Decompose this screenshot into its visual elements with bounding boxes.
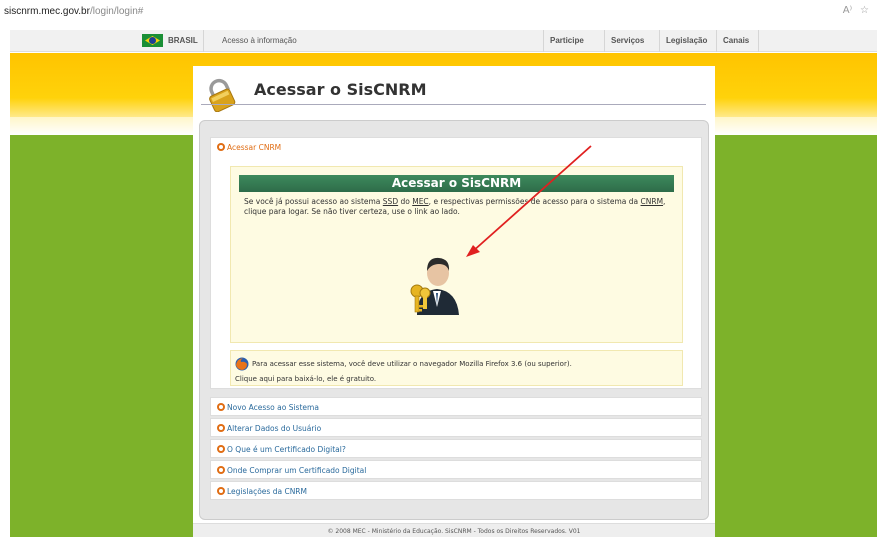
divider [604,30,605,52]
url-host: siscnrm.mec.gov.br [4,6,90,17]
title-divider [201,104,706,105]
divider [543,30,544,52]
login-instructions: Se você já possui acesso ao sistema SSD … [244,197,669,217]
accordion-label: Acessar CNRM [227,143,282,152]
title-area: Acessar o SisCNRM [193,66,715,120]
accordion-item-label: Alterar Dados do Usuário [227,424,322,433]
orange-bullet-icon [217,424,225,432]
firefox-requirement-text: Para acessar esse sistema, você deve uti… [252,360,572,368]
accordion-onde-comprar[interactable]: Onde Comprar um Certificado Digital [210,460,702,479]
gov-nav-legislacao[interactable]: Legislação [666,36,707,45]
mec-abbr: MEC [412,197,429,206]
footer: © 2008 MEC - Ministério da Educação. Sis… [193,523,715,537]
accordion-item-label: O Que é um Certificado Digital? [227,445,346,454]
gov-nav-participe[interactable]: Participe [550,36,584,45]
gov-bar: BRASIL Acesso à informação Participe Ser… [10,30,877,52]
main-panel: Acessar o SisCNRM Acessar CNRM Acessar o… [193,66,715,537]
divider [758,30,759,52]
accordion-item-label: Onde Comprar um Certificado Digital [227,466,367,475]
gov-access-info-link[interactable]: Acesso à informação [222,36,297,45]
firefox-notice: Para acessar esse sistema, você deve uti… [230,350,683,386]
divider [659,30,660,52]
divider [716,30,717,52]
login-box: Acessar o SisCNRM Se você já possui aces… [230,166,683,343]
text-segment: Se você já possui acesso ao sistema [244,197,383,206]
footer-copyright: © 2008 MEC - Ministério da Educação. Sis… [327,528,581,535]
gov-brasil-link[interactable]: BRASIL [168,36,198,45]
login-box-title: Acessar o SisCNRM [391,176,522,190]
url-text[interactable]: siscnrm.mec.gov.br/login/login# [4,6,143,17]
gov-nav-servicos[interactable]: Serviços [611,36,644,45]
browser-icons: A⁾ ☆ [843,5,877,16]
browser-address-bar[interactable]: siscnrm.mec.gov.br/login/login# A⁾ ☆ [0,0,877,27]
url-path: /login/login# [89,6,144,17]
accordion-item-label: Novo Acesso ao Sistema [227,403,319,412]
accordion-legislacoes[interactable]: Legislações da CNRM [210,481,702,500]
orange-bullet-icon [217,403,225,411]
orange-bullet-icon [217,466,225,474]
brazil-flag-icon [142,34,163,47]
read-aloud-icon[interactable]: A⁾ [843,5,852,16]
padlock-icon [209,78,236,112]
cnrm-abbr: CNRM [640,197,664,206]
accordion-acessar-cnrm: Acessar CNRM Acessar o SisCNRM Se você j… [210,137,702,389]
favorite-star-icon[interactable]: ☆ [860,5,869,16]
login-title-bar: Acessar o SisCNRM [239,175,674,192]
accordion-alterar-dados[interactable]: Alterar Dados do Usuário [210,418,702,437]
accordion-novo-acesso[interactable]: Novo Acesso ao Sistema [210,397,702,416]
accordion-certificado-digital[interactable]: O Que é um Certificado Digital? [210,439,702,458]
divider [203,30,204,52]
text-segment: , e respectivas permissões de acesso par… [428,197,641,206]
gov-nav-canais[interactable]: Canais [723,36,749,45]
page-title: Acessar o SisCNRM [254,80,427,99]
text-segment: do [398,197,413,206]
ssd-abbr: SSD [382,197,399,206]
firefox-icon [235,357,249,371]
accordion-header-acessar-cnrm[interactable]: Acessar CNRM [211,138,701,157]
accordion-item-label: Legislações da CNRM [227,487,307,496]
content-box: Acessar CNRM Acessar o SisCNRM Se você j… [199,120,709,520]
orange-bullet-icon [217,445,225,453]
orange-bullet-icon [217,143,225,151]
user-keys-login-icon[interactable] [403,247,467,317]
orange-bullet-icon [217,487,225,495]
firefox-download-link[interactable]: Clique aqui para baixá-lo, ele é gratuit… [235,375,376,383]
